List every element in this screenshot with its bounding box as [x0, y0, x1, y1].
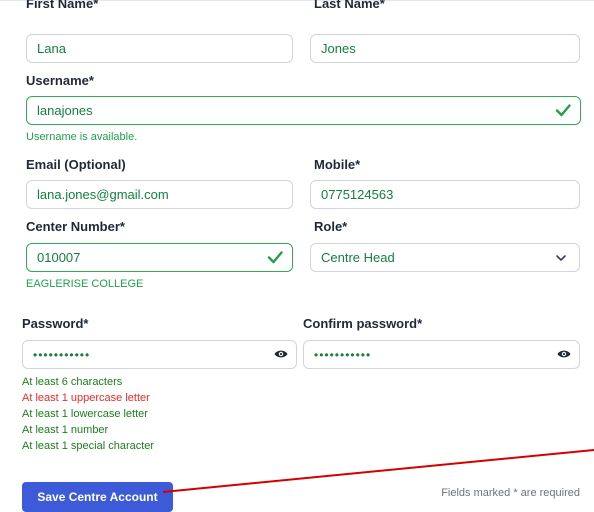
first-name-value: Lana: [37, 41, 66, 56]
save-centre-account-button[interactable]: Save Centre Account: [22, 482, 173, 512]
password-rule: At least 1 number: [22, 424, 109, 436]
center-name-status: EAGLERISE COLLEGE: [26, 278, 144, 290]
center-number-label: Center Number*: [26, 219, 125, 234]
password-rule: At least 6 characters: [22, 376, 123, 388]
role-value: Centre Head: [321, 250, 395, 265]
password-rule: At least 1 uppercase letter: [22, 392, 150, 404]
first-name-field[interactable]: Lana: [26, 34, 293, 63]
eye-icon[interactable]: [557, 348, 571, 360]
password-value: •••••••••••: [33, 348, 91, 362]
role-select[interactable]: Centre Head: [310, 243, 580, 272]
mobile-value: 0775124563: [321, 187, 394, 202]
last-name-label: Last Name*: [314, 0, 385, 11]
username-field[interactable]: lanajones: [26, 96, 581, 125]
confirm-password-value: •••••••••••: [314, 348, 372, 362]
mobile-label: Mobile*: [314, 157, 361, 172]
email-label: Email (Optional): [26, 157, 126, 172]
eye-icon[interactable]: [274, 348, 288, 360]
last-name-value: Jones: [321, 41, 356, 56]
email-field[interactable]: lana.jones@gmail.com: [26, 180, 293, 209]
chevron-down-icon: [556, 255, 566, 261]
first-name-label: First Name*: [26, 0, 99, 11]
confirm-password-label: Confirm password*: [303, 316, 423, 331]
password-label: Password*: [22, 316, 89, 331]
email-value: lana.jones@gmail.com: [37, 187, 169, 202]
username-value: lanajones: [37, 103, 93, 118]
username-status: Username is available.: [26, 131, 138, 143]
password-field[interactable]: •••••••••••: [22, 340, 297, 369]
last-name-field[interactable]: Jones: [310, 34, 580, 63]
role-label: Role*: [314, 219, 348, 234]
center-number-value: 010007: [37, 250, 81, 265]
password-rule: At least 1 special character: [22, 440, 155, 452]
password-rule: At least 1 lowercase letter: [22, 408, 148, 420]
username-label: Username*: [26, 73, 94, 88]
check-icon: [555, 104, 571, 117]
confirm-password-field[interactable]: •••••••••••: [303, 340, 580, 369]
center-number-field[interactable]: 010007: [26, 243, 293, 272]
check-icon: [267, 251, 283, 264]
required-fields-note: Fields marked * are required: [441, 487, 580, 499]
mobile-field[interactable]: 0775124563: [310, 180, 580, 209]
password-rules: At least 6 characters At least 1 upperca…: [22, 374, 154, 454]
